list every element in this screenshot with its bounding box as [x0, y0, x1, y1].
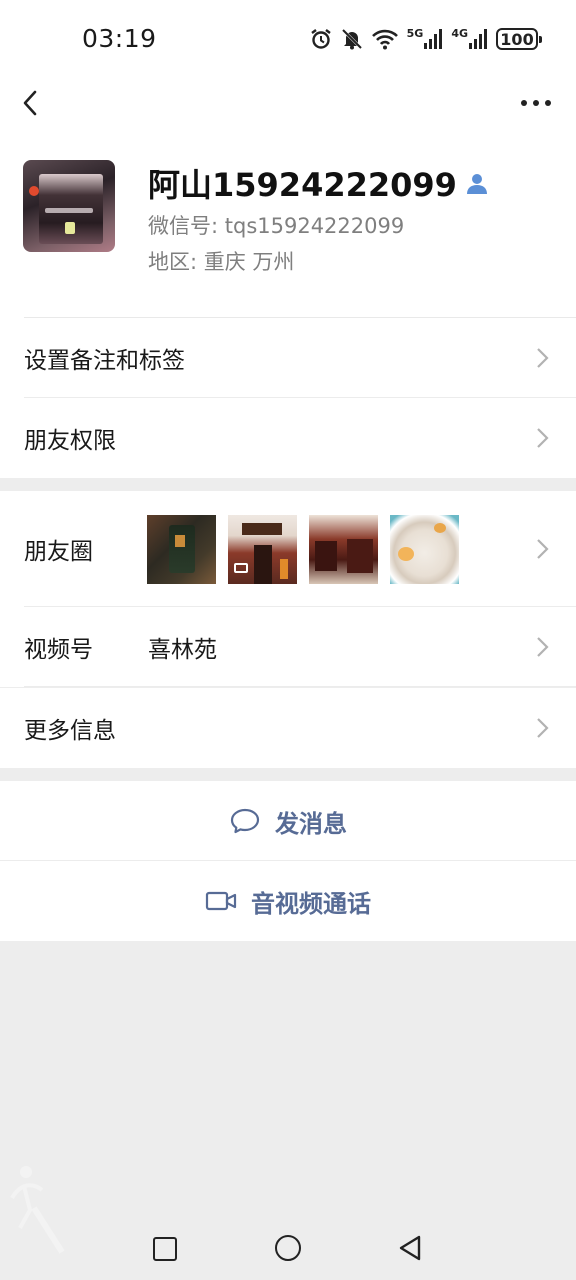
profile-name-row: 阿山15924222099 — [148, 160, 489, 206]
moments-photo — [228, 515, 297, 584]
moments-photo — [147, 515, 216, 584]
5g-signal-icon: 5G — [407, 28, 443, 50]
chevron-right-icon — [537, 539, 549, 559]
person-icon — [466, 174, 487, 194]
battery-icon: 100 — [496, 28, 542, 50]
home-icon[interactable] — [275, 1235, 301, 1261]
video-call-button[interactable]: 音视频通话 — [0, 861, 576, 941]
chevron-right-icon — [537, 637, 549, 657]
status-icons: 5G 4G 100 — [310, 24, 542, 54]
wifi-icon — [371, 29, 398, 50]
video-camera-icon — [205, 891, 237, 911]
moments-item[interactable]: 朋友圈 — [0, 491, 576, 607]
more-info-item[interactable]: 更多信息 — [0, 688, 576, 768]
moments-photo — [309, 515, 378, 584]
status-time: 03:19 — [82, 24, 157, 53]
status-bar: 03:19 5G 4G 100 — [0, 0, 576, 78]
remark-label: 设置备注和标签 — [24, 348, 185, 374]
video-call-label: 音视频通话 — [251, 889, 371, 918]
chat-bubble-icon — [230, 808, 260, 834]
channels-item[interactable]: 视频号 喜林苑 — [0, 607, 576, 687]
nav-bar — [0, 78, 576, 128]
permissions-label: 朋友权限 — [24, 428, 116, 454]
alarm-icon — [310, 29, 331, 49]
profile-name: 阿山15924222099 — [148, 166, 457, 204]
wechat-id: 微信号: tqs15924222099 — [148, 214, 405, 238]
remark-and-tags-item[interactable]: 设置备注和标签 — [0, 318, 576, 398]
channels-value: 喜林苑 — [148, 637, 217, 663]
system-navigation-bar — [0, 1200, 576, 1280]
chevron-right-icon — [537, 718, 549, 738]
4g-signal-icon: 4G — [451, 28, 487, 50]
mute-bell-icon — [341, 28, 362, 50]
chevron-right-icon — [537, 348, 549, 368]
moments-label: 朋友圈 — [24, 539, 93, 565]
more-dots-icon[interactable] — [516, 88, 556, 118]
chevron-right-icon — [537, 428, 549, 448]
recent-apps-icon[interactable] — [153, 1237, 177, 1261]
send-message-button[interactable]: 发消息 — [0, 781, 576, 861]
avatar[interactable] — [23, 160, 115, 252]
profile-header: 阿山15924222099 微信号: tqs15924222099 地区: 重庆… — [0, 128, 576, 318]
more-info-label: 更多信息 — [24, 718, 116, 744]
channels-label: 视频号 — [24, 637, 93, 663]
region: 地区: 重庆 万州 — [148, 250, 295, 274]
moments-photos — [147, 515, 459, 584]
back-arrow-icon[interactable] — [14, 86, 48, 120]
send-message-label: 发消息 — [275, 809, 347, 838]
back-triangle-icon[interactable] — [397, 1234, 423, 1262]
friend-permissions-item[interactable]: 朋友权限 — [0, 398, 576, 478]
moments-photo — [390, 515, 459, 584]
